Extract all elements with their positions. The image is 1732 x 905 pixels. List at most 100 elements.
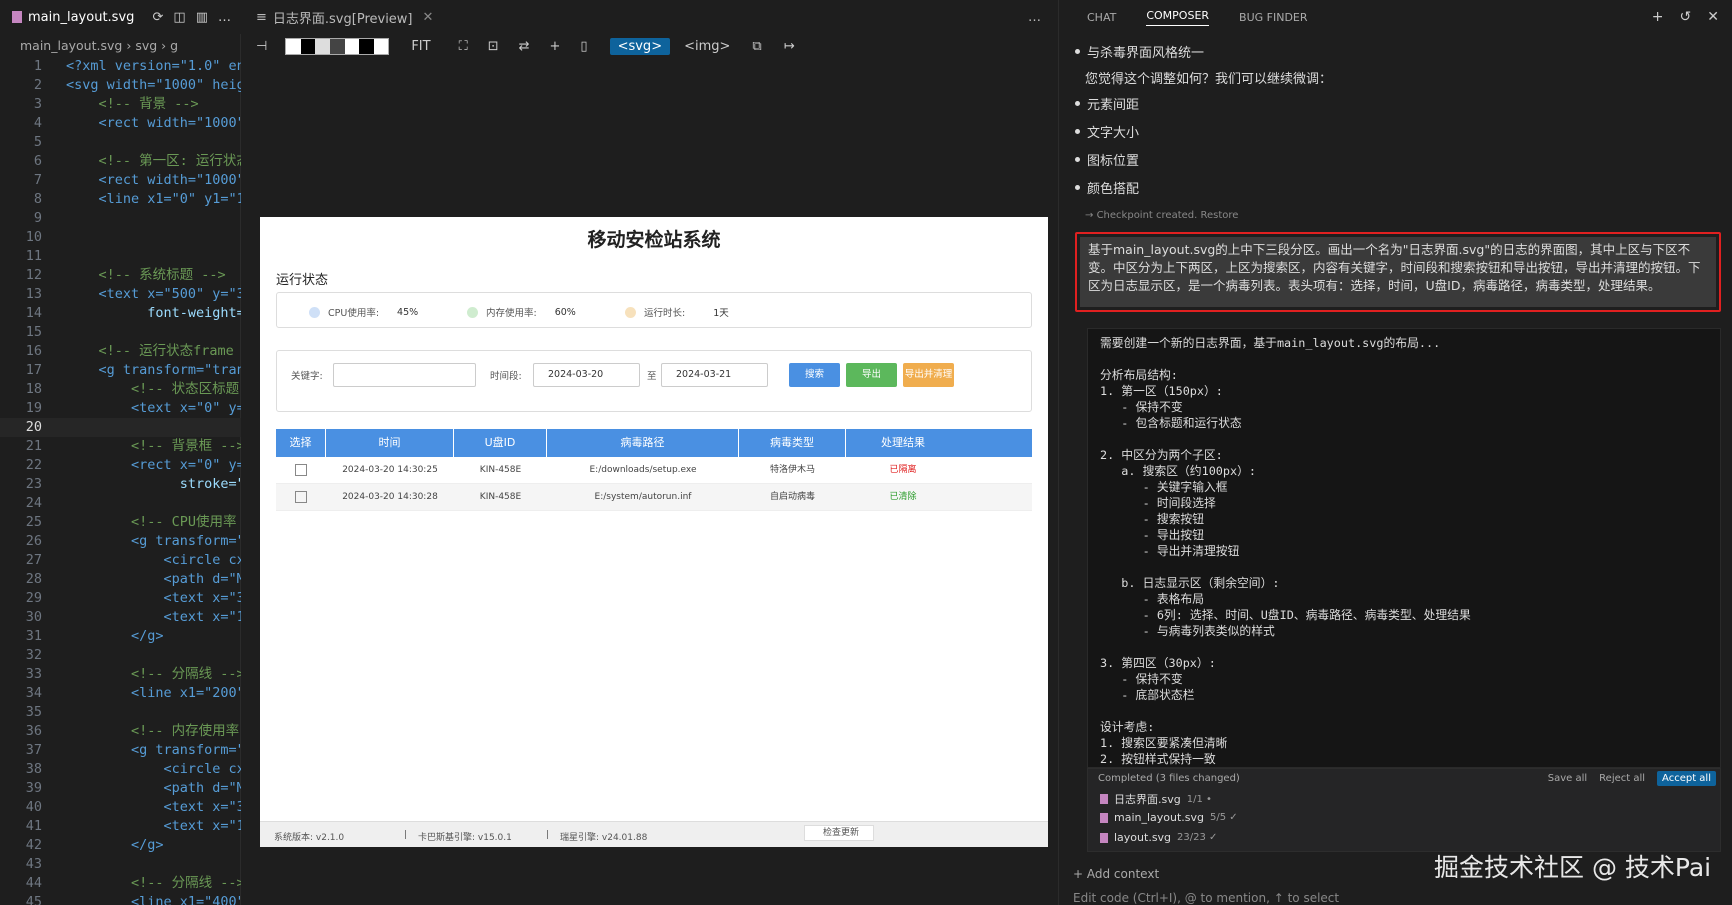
code-line[interactable]: 32 xyxy=(0,646,241,665)
code-line[interactable]: 29 <text x="30 xyxy=(0,589,241,608)
code-line[interactable]: 27 <circle cx= xyxy=(0,551,241,570)
code-line[interactable]: 28 <path d="M1 xyxy=(0,570,241,589)
code-line[interactable]: 24 xyxy=(0,494,241,513)
add-context-button[interactable]: + Add context xyxy=(1073,867,1159,881)
plus-icon[interactable]: + xyxy=(1652,9,1664,25)
export-clean-button[interactable]: 导出并清理 xyxy=(903,363,954,387)
code-line[interactable]: 16 <!-- 运行状态frame xyxy=(0,342,241,361)
code-line[interactable]: 35 xyxy=(0,703,241,722)
background-swatch[interactable] xyxy=(285,37,390,55)
code-line[interactable]: 18 <!-- 状态区标题 xyxy=(0,380,241,399)
changed-file[interactable]: layout.svg 23/23 ✓ xyxy=(1100,831,1217,844)
code-line[interactable]: 17 <g transform="trans xyxy=(0,361,241,380)
code-line[interactable]: 6 <!-- 第一区: 运行状态 xyxy=(0,152,241,171)
more-icon[interactable]: … xyxy=(1028,10,1057,25)
code-line[interactable]: 13 <text x="500" y="35 xyxy=(0,285,241,304)
code-line[interactable]: 22 <rect x="0" y=" xyxy=(0,456,241,475)
code-line[interactable]: 34 <line x1="200" xyxy=(0,684,241,703)
close-icon[interactable]: ✕ xyxy=(423,10,434,25)
reject-all-button[interactable]: Reject all xyxy=(1599,773,1645,784)
code-line[interactable]: 21 <!-- 背景框 --> xyxy=(0,437,241,456)
preview-icon[interactable]: ◫ xyxy=(173,10,185,25)
tab-chat[interactable]: CHAT xyxy=(1087,11,1116,24)
code-line[interactable]: 19 <text x="0" y=" xyxy=(0,399,241,418)
code-line[interactable]: 37 <g transform="t xyxy=(0,741,241,760)
accept-all-button[interactable]: Accept all xyxy=(1657,771,1716,786)
code-line[interactable]: 26 <g transform="t xyxy=(0,532,241,551)
preview-tab[interactable]: ≡ 日志界面.svg[Preview] ✕ … xyxy=(242,0,1057,34)
code-line[interactable]: 9 xyxy=(0,209,241,228)
row-checkbox[interactable] xyxy=(295,463,307,476)
code-line[interactable]: 20 xyxy=(0,418,241,437)
tab-bug-finder[interactable]: BUG FINDER xyxy=(1239,11,1307,24)
code-line[interactable]: 33 <!-- 分隔线 --> xyxy=(0,665,241,684)
date-to-field[interactable]: 2024-03-21 xyxy=(661,363,768,387)
code-line[interactable]: 25 <!-- CPU使用率 xyxy=(0,513,241,532)
code-line[interactable]: 45 <line x1="400" xyxy=(0,893,241,905)
code-line[interactable]: 3 <!-- 背景 --> xyxy=(0,95,241,114)
sync-icon[interactable]: ⟳ xyxy=(153,10,164,25)
code-line[interactable]: 14 font-weight=" xyxy=(0,304,241,323)
code-line[interactable]: 44 <!-- 分隔线 --> xyxy=(0,874,241,893)
export-button[interactable]: 导出 xyxy=(846,363,897,387)
restore-link[interactable]: Restore xyxy=(1200,210,1238,221)
editor-tab[interactable]: main_layout.svg ⟳ ◫ ▥ … xyxy=(0,0,241,34)
swap-icon[interactable]: ⇄ xyxy=(519,39,530,54)
svg-toggle-button[interactable]: <svg> xyxy=(609,37,671,55)
table-row[interactable]: 2024-03-20 14:30:28 KIN-458E E:/system/a… xyxy=(276,484,1032,511)
code-text: <!-- 第一区: 运行状态 xyxy=(66,153,242,169)
zoom-fit-icon[interactable]: ⛶ xyxy=(459,39,468,54)
split-editor-icon[interactable]: ▥ xyxy=(196,10,208,25)
user-prompt[interactable]: 基于main_layout.svg的上中下三段分区。画出一个名为"日志界面.sv… xyxy=(1080,237,1716,307)
check-update-button[interactable]: 检查更新 xyxy=(804,825,874,841)
code-line[interactable]: 38 <circle cx= xyxy=(0,760,241,779)
crosshair-icon[interactable]: + xyxy=(550,39,561,54)
code-line[interactable]: 30 <text x="12 xyxy=(0,608,241,627)
code-line[interactable]: 40 <text x="30 xyxy=(0,798,241,817)
code-line[interactable]: 41 <text x="12 xyxy=(0,817,241,836)
table-row[interactable]: 2024-03-20 14:30:25 KIN-458E E:/download… xyxy=(276,457,1032,484)
close-icon[interactable]: ✕ xyxy=(1707,9,1719,25)
breadcrumb-file[interactable]: main_layout.svg xyxy=(20,38,122,53)
code-line[interactable]: 5 xyxy=(0,133,241,152)
code-line[interactable]: 23 stroke=" xyxy=(0,475,241,494)
code-line[interactable]: 12 <!-- 系统标题 --> xyxy=(0,266,241,285)
code-line[interactable]: 11 xyxy=(0,247,241,266)
row-checkbox[interactable] xyxy=(295,490,307,503)
more-icon[interactable]: … xyxy=(218,10,231,25)
code-line[interactable]: 10 xyxy=(0,228,241,247)
completed-header[interactable]: Completed (3 files changed) xyxy=(1098,773,1240,784)
copy-icon[interactable]: ⧉ xyxy=(752,39,761,54)
save-all-button[interactable]: Save all xyxy=(1548,773,1587,784)
page-icon[interactable]: ▯ xyxy=(580,39,587,54)
composer-input[interactable]: Edit code (Ctrl+I), @ to mention, ↑ to s… xyxy=(1073,891,1339,905)
code-line[interactable]: 31 </g> xyxy=(0,627,241,646)
changed-file[interactable]: main_layout.svg 5/5 ✓ xyxy=(1100,811,1238,824)
code-text: <!-- 背景 --> xyxy=(66,96,199,112)
code-line[interactable]: 4 <rect width="1000" xyxy=(0,114,241,133)
pin-icon[interactable]: ⊣ xyxy=(256,39,267,54)
breadcrumb-svg[interactable]: svg xyxy=(135,38,157,53)
code-line[interactable]: 8 <line x1="0" y1="15 xyxy=(0,190,241,209)
code-line[interactable]: 36 <!-- 内存使用率 xyxy=(0,722,241,741)
code-line[interactable]: 2 <svg width="1000" heigh xyxy=(0,76,241,95)
code-line[interactable]: 39 <path d="M6 xyxy=(0,779,241,798)
history-icon[interactable]: ↺ xyxy=(1680,9,1692,25)
code-line[interactable]: 15 xyxy=(0,323,241,342)
code-line[interactable]: 42 </g> xyxy=(0,836,241,855)
code-line[interactable]: 7 <rect width="1000" xyxy=(0,171,241,190)
changed-file[interactable]: 日志界面.svg 1/1 • xyxy=(1100,791,1212,807)
search-button[interactable]: 搜索 xyxy=(789,363,840,387)
tab-composer[interactable]: COMPOSER xyxy=(1146,9,1210,26)
code-area[interactable]: 1 <?xml version="1.0" enc 2 <svg width="100… xyxy=(0,57,241,905)
code-line[interactable]: 1 <?xml version="1.0" enc xyxy=(0,57,241,76)
img-toggle-button[interactable]: <img> xyxy=(684,39,730,54)
fit-button[interactable]: FIT xyxy=(411,39,430,54)
breadcrumb-g[interactable]: g xyxy=(170,38,178,53)
keyword-input[interactable] xyxy=(333,363,476,387)
code-line[interactable]: 43 xyxy=(0,855,241,874)
date-from-field[interactable]: 2024-03-20 xyxy=(533,363,640,387)
crop-icon[interactable]: ⊡ xyxy=(488,39,499,54)
export-icon[interactable]: ↦ xyxy=(784,39,795,54)
changed-file-name: main_layout.svg xyxy=(1114,811,1205,824)
